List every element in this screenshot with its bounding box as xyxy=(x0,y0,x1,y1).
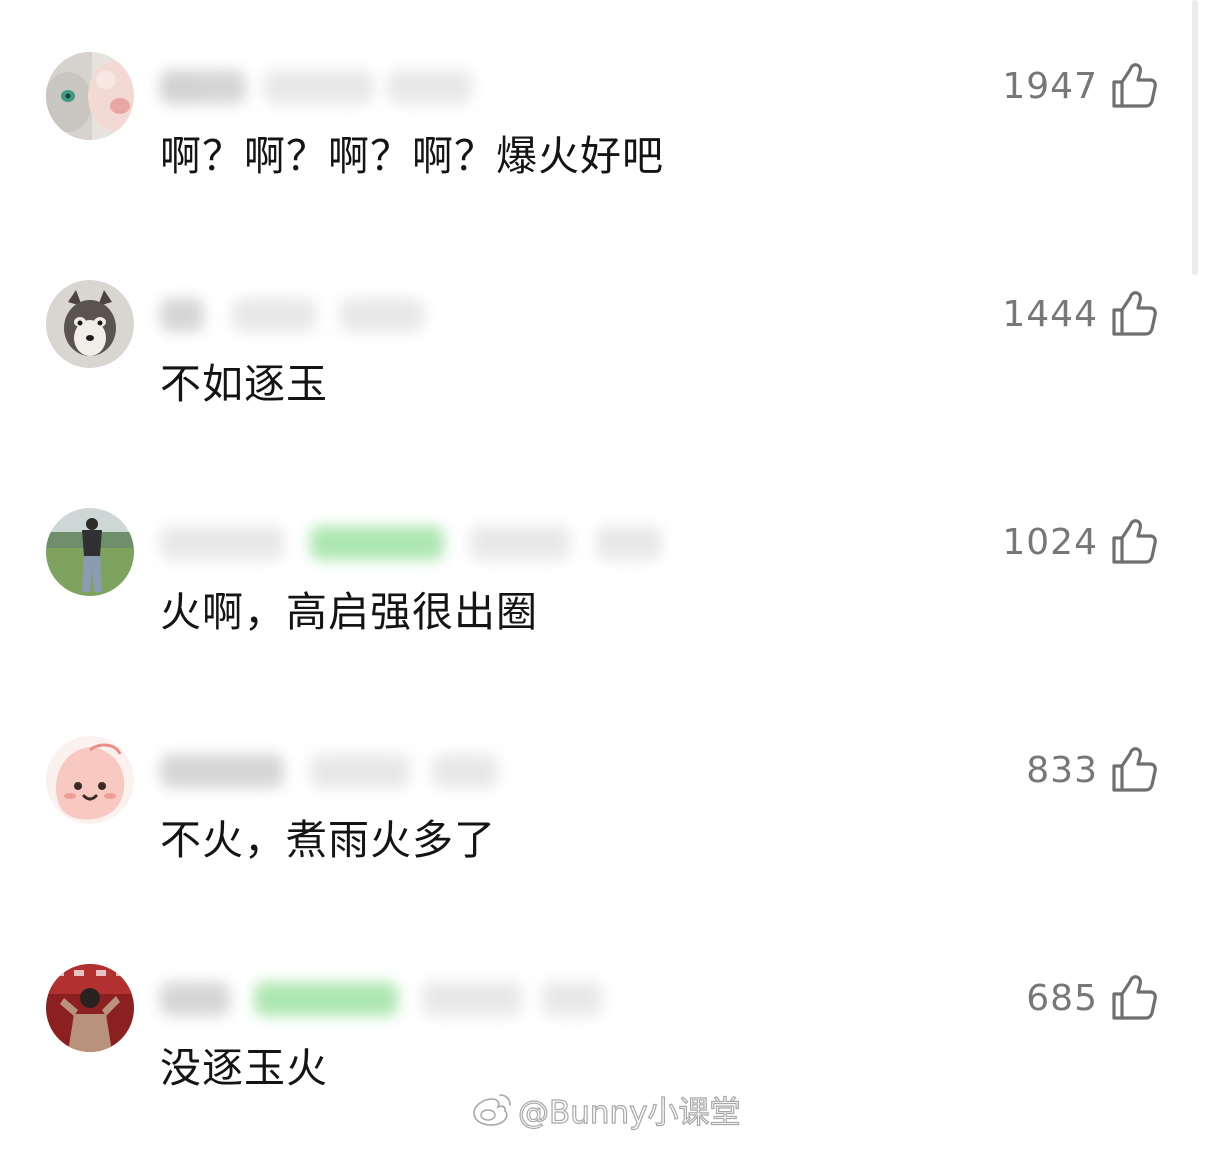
thumbs-up-icon[interactable] xyxy=(1110,973,1160,1023)
like-count: 685 xyxy=(1026,977,1098,1019)
comment-text: 不如逐玉 xyxy=(160,360,328,408)
thumbs-up-icon[interactable] xyxy=(1110,61,1160,111)
like-count: 833 xyxy=(1026,749,1098,791)
username-meta-blurred xyxy=(160,298,440,334)
comment-item: 不火，煮雨火多了 833 xyxy=(0,736,1190,936)
comment-text: 没逐玉火 xyxy=(160,1044,328,1092)
comment-text: 火啊，高启强很出圈 xyxy=(160,588,538,636)
scrollbar[interactable] xyxy=(1192,0,1198,275)
thumbs-up-icon[interactable] xyxy=(1110,517,1160,567)
comment-list: 啊？啊？啊？啊？爆火好吧 1947 不如逐玉 1444 火啊，高启强很出圈 10… xyxy=(0,0,1206,1140)
watermark-text: @Bunny小课堂 xyxy=(517,1094,741,1131)
username-meta-blurred xyxy=(160,754,500,790)
person-on-grass-avatar[interactable] xyxy=(46,508,134,596)
like-button[interactable]: 1024 xyxy=(1002,514,1160,570)
performer-avatar[interactable] xyxy=(46,964,134,1052)
weibo-logo-icon xyxy=(473,1094,511,1126)
like-button[interactable]: 1444 xyxy=(1002,286,1160,342)
like-count: 1947 xyxy=(1002,65,1098,107)
comment-item: 不如逐玉 1444 xyxy=(0,280,1190,480)
comment-text: 不火，煮雨火多了 xyxy=(160,816,496,864)
username-meta-blurred xyxy=(160,982,602,1018)
like-button[interactable]: 1947 xyxy=(1002,58,1160,114)
username-meta-blurred xyxy=(160,526,662,562)
comment-item: 没逐玉火 685 xyxy=(0,964,1190,1164)
like-count: 1444 xyxy=(1002,293,1098,335)
comment-text: 啊？啊？啊？啊？爆火好吧 xyxy=(160,132,664,180)
husky-avatar[interactable] xyxy=(46,280,134,368)
like-button[interactable]: 833 xyxy=(1026,742,1160,798)
thumbs-up-icon[interactable] xyxy=(1110,745,1160,795)
like-count: 1024 xyxy=(1002,521,1098,563)
cat-avatar[interactable] xyxy=(46,52,134,140)
username-meta-blurred xyxy=(160,70,480,106)
like-button[interactable]: 685 xyxy=(1026,970,1160,1026)
watermark: @Bunny小课堂 xyxy=(470,1086,741,1132)
peach-cartoon-avatar[interactable] xyxy=(46,736,134,824)
comment-item: 啊？啊？啊？啊？爆火好吧 1947 xyxy=(0,52,1190,252)
comment-item: 火啊，高启强很出圈 1024 xyxy=(0,508,1190,708)
thumbs-up-icon[interactable] xyxy=(1110,289,1160,339)
